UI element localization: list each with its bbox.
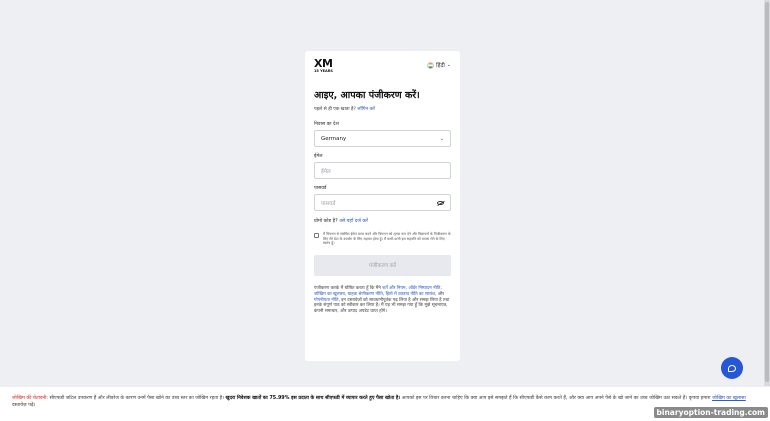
promo-question: प्रोमो कोड है? (314, 219, 338, 224)
promo-line: प्रोमो कोड है? उसे यहाँ दर्ज करें (314, 218, 451, 224)
risk-bold-text: खुदरा निवेशक खातों का 75.99% इस प्रदाता … (225, 396, 401, 401)
scrollbar-thumb[interactable] (765, 2, 769, 382)
consent-text: मैं विपणन से संबंधित ईमेल प्राप्त करने औ… (323, 232, 451, 246)
xm-logo: XM 15 YEARS (314, 58, 333, 74)
legal-prefix: पंजीकरण करके मैं घोषित करता हूँ कि मैंने (314, 285, 381, 291)
risk-text-2: आपको इस पर विचार करना चाहिए कि क्या आप इ… (401, 396, 711, 401)
email-group: ईमेल ईमेल (314, 153, 451, 179)
password-placeholder: पासवर्ड (321, 200, 336, 207)
register-button[interactable]: पंजीकरण करें (314, 254, 451, 276)
logo-subtitle: 15 YEARS (314, 69, 333, 73)
order-execution-link[interactable]: ऑर्डर निष्पादन नीति (408, 286, 440, 291)
risk-text-1: सीएफडी जटिल उपकरण हैं और लीवरेज के कारण … (49, 396, 224, 401)
page-scrollbar[interactable] (764, 0, 770, 386)
language-label: हिंदी (436, 63, 445, 69)
card-header: XM 15 YEARS हिंदी ⌄ (314, 58, 451, 78)
language-selector[interactable]: हिंदी ⌄ (427, 61, 451, 69)
chat-bubble-icon (728, 364, 736, 372)
risk-disclosure-footer-link[interactable]: जोखिम का खुलासा (712, 396, 746, 401)
email-placeholder: ईमेल (321, 168, 331, 175)
have-account-text: पहले से ही एक खाता है? (314, 107, 356, 112)
password-field[interactable]: पासवर्ड (314, 194, 451, 211)
password-label: पासवर्ड (314, 186, 327, 191)
logo-text: XM (314, 57, 333, 70)
country-label: निवास का देश (314, 122, 339, 127)
risk-warning-label: जोखिम की चेतावनी: (12, 396, 49, 401)
password-group: पासवर्ड पासवर्ड (314, 185, 451, 211)
login-prompt: पहले से ही एक खाता है? लॉगिन करें (314, 106, 451, 112)
eye-slash-icon[interactable] (437, 200, 444, 205)
chat-button[interactable] (721, 357, 743, 379)
site-watermark: binaryoption-trading.com (653, 407, 768, 418)
terms-link[interactable]: शर्तें और नियम (382, 286, 405, 291)
login-link[interactable]: लॉगिन करें (357, 107, 375, 112)
promo-link[interactable]: उसे यहाँ दर्ज करें (339, 219, 368, 224)
risk-text-3: दस्तावेज़ पढ़ें। (12, 402, 36, 408)
email-label: ईमेल (314, 154, 323, 159)
risk-disclosure-link[interactable]: जोखिम का खुलासा (314, 292, 345, 297)
legal-text: पंजीकरण करके मैं घोषित करता हूँ कि मैंने… (314, 285, 450, 315)
email-field[interactable]: ईमेल (314, 162, 451, 179)
consent-checkbox[interactable] (314, 233, 319, 238)
india-flag-icon (427, 61, 435, 69)
client-categorization-link[interactable]: ग्राहक श्रेणीकरण नीति (348, 292, 383, 297)
country-group: निवास का देश Germany ⌄ (314, 121, 451, 147)
chevron-down-icon: ⌄ (439, 135, 444, 142)
consent-row: मैं विपणन से संबंधित ईमेल प्राप्त करने औ… (314, 232, 451, 246)
page-title: आइए, आपका पंजीकरण करें। (314, 90, 420, 101)
registration-card: XM 15 YEARS हिंदी ⌄ आइए, आपका पंजीकरण कर… (305, 51, 460, 361)
chevron-down-icon: ⌄ (446, 62, 451, 68)
privacy-policy-link[interactable]: गोपनीयता नीति (314, 298, 338, 303)
country-value: Germany (321, 135, 347, 142)
country-select[interactable]: Germany ⌄ (314, 130, 451, 147)
conflict-of-interest-link[interactable]: हितों में टकराव नीति का सारांश (386, 292, 435, 297)
